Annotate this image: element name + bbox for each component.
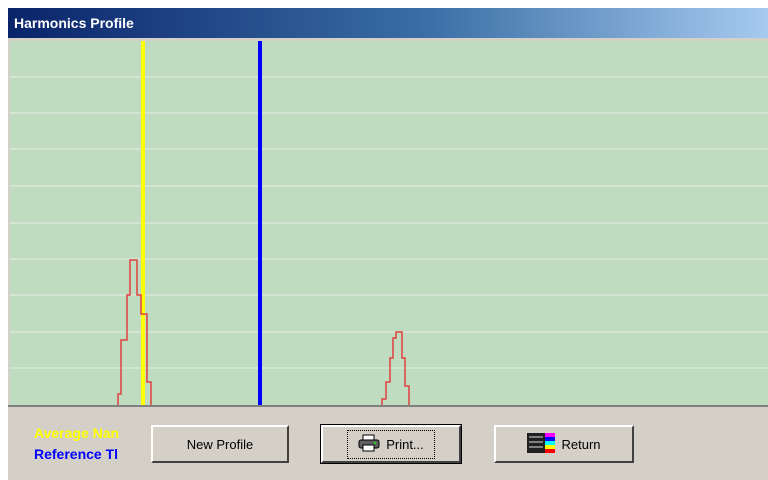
print-button[interactable]: Print... [320, 424, 462, 464]
return-label: Return [561, 436, 601, 452]
title-bar[interactable]: Harmonics Profile [8, 8, 768, 38]
reference-legend-label: Reference Tl [34, 446, 119, 462]
plot-canvas [10, 41, 768, 405]
print-button-focus: Print... [347, 429, 435, 459]
reference-marker-line [258, 41, 262, 405]
harmonics-profile-window: Harmonics Profile Average Nan Reference … [8, 8, 768, 480]
grid-lines [10, 76, 768, 369]
return-button[interactable]: Return [494, 425, 634, 463]
color-palette-icon [527, 432, 556, 456]
print-label: Print... [386, 436, 424, 452]
printer-icon [358, 434, 380, 455]
new-profile-button[interactable]: New Profile [151, 425, 289, 463]
average-marker-line [141, 41, 145, 405]
bottom-panel: Average Nan Reference Tl New Profile Pri… [8, 405, 768, 480]
average-legend-label: Average Nan [34, 425, 120, 441]
window-title: Harmonics Profile [14, 15, 134, 31]
new-profile-label: New Profile [186, 436, 254, 452]
harmonics-plot [10, 41, 768, 405]
